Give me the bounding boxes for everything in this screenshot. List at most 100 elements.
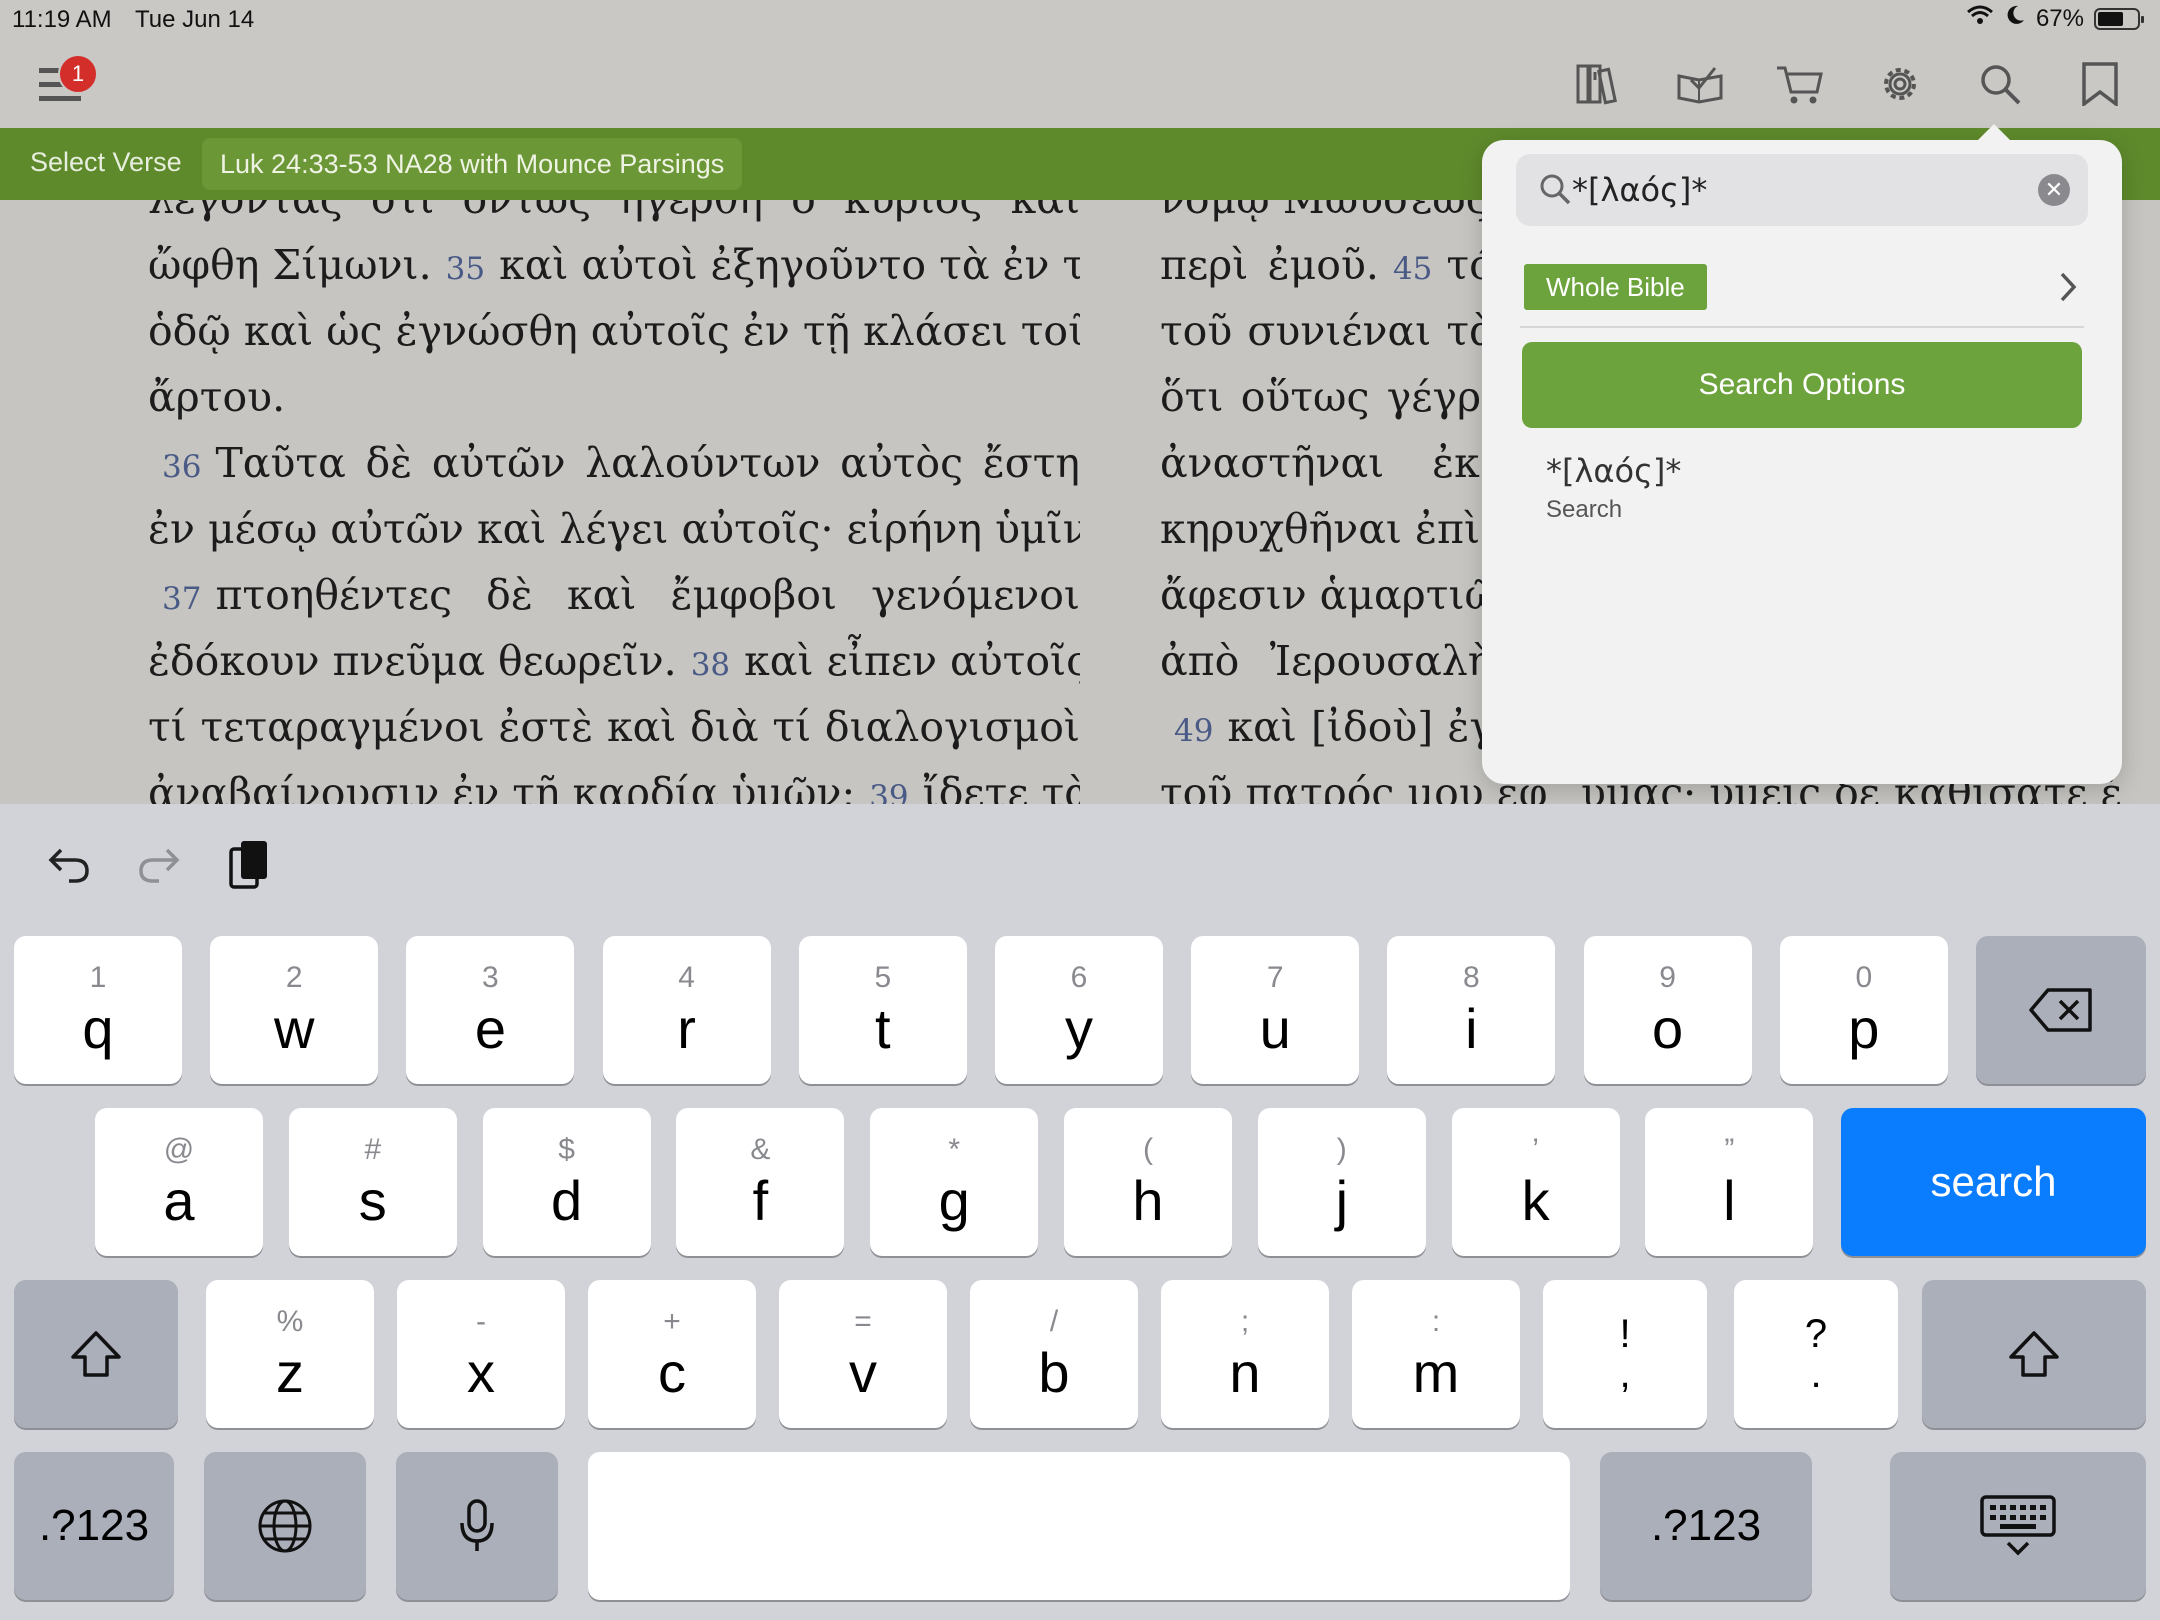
redo-button[interactable] xyxy=(124,832,194,896)
key-c[interactable]: + c xyxy=(588,1280,756,1428)
key-i[interactable]: 8i xyxy=(1387,936,1556,1084)
dictation-key[interactable] xyxy=(396,1452,558,1600)
store-button[interactable] xyxy=(1772,58,1828,110)
key-label: p xyxy=(1848,997,1880,1060)
search-options-button[interactable]: Search Options xyxy=(1522,342,2082,428)
search-popover: ✕ Whole Bible Search Options *[λαός]* Se… xyxy=(1482,124,2122,784)
key-label: s xyxy=(358,1169,387,1232)
verse-number[interactable]: 39 xyxy=(855,779,922,804)
verse-number[interactable]: 45 xyxy=(1379,251,1446,287)
key-alt-label: 8 xyxy=(1463,961,1480,994)
key-alt-label: 9 xyxy=(1659,961,1676,994)
library-icon xyxy=(1576,64,1617,105)
key-x[interactable]: -x xyxy=(397,1280,565,1428)
key-h[interactable]: (h xyxy=(1064,1108,1232,1256)
key-t[interactable]: 5t xyxy=(798,936,967,1084)
key-l[interactable]: ” l xyxy=(1645,1108,1814,1256)
search-input[interactable] xyxy=(1572,164,2022,216)
search-field[interactable]: ✕ xyxy=(1516,154,2088,226)
onscreen-keyboard: 1 q 2 w 3 e 4 r 5 t 6 y 7 u 8 i 9 o 0 p @ a # s $ d & f * g(h) j’ k” l se… xyxy=(0,804,2160,1620)
verse-text: ἐδόκουν πνεῦμα θεωρεῖν. xyxy=(148,637,677,685)
key-label: h xyxy=(1132,1169,1164,1232)
select-verse-button[interactable]: Select Verse xyxy=(30,147,182,178)
numbers-key-left[interactable]: .?123 xyxy=(14,1452,174,1600)
key-u[interactable]: 7u xyxy=(1191,936,1360,1084)
key-s[interactable]: # s xyxy=(288,1108,457,1256)
key-g[interactable]: * g xyxy=(870,1108,1039,1256)
verse-number[interactable]: 36 xyxy=(148,449,215,485)
reading-plan-button[interactable] xyxy=(1672,58,1728,110)
microphone-icon xyxy=(460,1499,494,1551)
verse-number[interactable]: 38 xyxy=(677,647,744,683)
key-w[interactable]: 2w xyxy=(210,936,379,1084)
redo-icon xyxy=(139,848,180,883)
key-alt-label: $ xyxy=(558,1133,575,1166)
shift-key-left[interactable] xyxy=(14,1280,178,1428)
verse-text: πτοηθέντες δὲ καὶ ἔμφοβοι γενόμενοι xyxy=(215,571,1080,619)
undo-button[interactable] xyxy=(34,832,104,896)
key-a[interactable]: @ a xyxy=(95,1108,263,1256)
key-n[interactable]: ; n xyxy=(1161,1280,1329,1428)
key-v[interactable]: = v xyxy=(779,1280,947,1428)
search-key[interactable]: search xyxy=(1841,1108,2146,1256)
status-date: Tue Jun 14 xyxy=(135,6,255,33)
bookmark-icon xyxy=(2082,62,2118,106)
library-button[interactable] xyxy=(1572,58,1628,110)
key-alt-label: + xyxy=(663,1305,681,1338)
key-f[interactable]: & f xyxy=(676,1108,845,1256)
key-q[interactable]: 1q xyxy=(14,936,182,1084)
key-alt-label: ; xyxy=(1240,1305,1250,1338)
verse-number[interactable]: 37 xyxy=(148,581,215,617)
key-j[interactable]: ) j xyxy=(1257,1108,1426,1256)
key-label: .?123 xyxy=(1650,1501,1762,1550)
globe-key[interactable] xyxy=(204,1452,366,1600)
shift-key-right[interactable] xyxy=(1922,1280,2146,1428)
verse-text: καὶ αὐτοὶ ἐξηγοῦντο τὰ ἐν τῇ xyxy=(499,241,1080,289)
settings-button[interactable] xyxy=(1872,58,1928,110)
search-button[interactable] xyxy=(1972,58,2028,110)
space-key[interactable] xyxy=(588,1452,1570,1600)
status-bar: 11:19 AM Tue Jun 14 67% xyxy=(0,0,2160,40)
search-scope-row[interactable]: Whole Bible xyxy=(1520,258,2084,328)
text-line: τί τεταραγμένοι ἐστὲ καὶ διὰ τί διαλογισ… xyxy=(148,694,1080,760)
dismiss-keyboard-key[interactable] xyxy=(1890,1452,2146,1600)
search-icon xyxy=(1981,65,2021,105)
clear-search-icon[interactable]: ✕ xyxy=(2038,174,2070,206)
key-b[interactable]: / b xyxy=(970,1280,1138,1428)
key-y[interactable]: 6y xyxy=(995,936,1163,1084)
key-question-period[interactable]: ?. xyxy=(1734,1280,1898,1428)
key-p[interactable]: 0p xyxy=(1779,936,1948,1084)
delete-key[interactable] xyxy=(1976,936,2146,1084)
key-alt-label: % xyxy=(276,1305,304,1338)
key-z[interactable]: % z xyxy=(206,1280,374,1428)
key-e[interactable]: 3e xyxy=(406,936,575,1084)
verse-text: Ταῦτα δὲ αὐτῶν λαλούντων αὐτὸς ἔστη xyxy=(215,439,1080,487)
verse-text: καὶ εἶπεν αὐτοῖς· xyxy=(744,637,1080,685)
app-toolbar: 1 xyxy=(0,40,2160,128)
shift-icon xyxy=(2009,1331,2059,1377)
verse-number[interactable]: 49 xyxy=(1160,713,1227,749)
search-icon xyxy=(1538,172,1572,211)
numbers-key-right[interactable]: .?123 xyxy=(1600,1452,1812,1600)
bookmark-button[interactable] xyxy=(2072,58,2128,110)
key-r[interactable]: 4r xyxy=(602,936,771,1084)
key-alt-label: ) xyxy=(1336,1133,1347,1166)
verse-number[interactable]: 35 xyxy=(432,251,499,287)
key-m[interactable]: :m xyxy=(1352,1280,1520,1428)
key-alt-label: 0 xyxy=(1855,961,1873,994)
key-label: x xyxy=(467,1341,495,1404)
wifi-icon xyxy=(1966,4,1994,33)
key-o[interactable]: 9o xyxy=(1583,936,1752,1084)
key-k[interactable]: ’ k xyxy=(1451,1108,1620,1256)
key-label: r xyxy=(677,997,696,1060)
key-d[interactable]: $ d xyxy=(482,1108,651,1256)
history-query: *[λαός]* xyxy=(1546,452,1682,490)
paste-button[interactable] xyxy=(214,832,284,896)
gear-icon xyxy=(1884,68,1916,100)
passage-reference-button[interactable]: Luk 24:33-53 NA28 with Mounce Parsings xyxy=(202,138,743,190)
search-history-item[interactable]: *[λαός]* Search xyxy=(1546,452,1681,524)
key-label: n xyxy=(1229,1341,1261,1404)
key-exclamation-comma[interactable]: !, xyxy=(1543,1280,1707,1428)
search-scope-tag: Whole Bible xyxy=(1524,264,1707,310)
key-label: k xyxy=(1521,1169,1550,1232)
